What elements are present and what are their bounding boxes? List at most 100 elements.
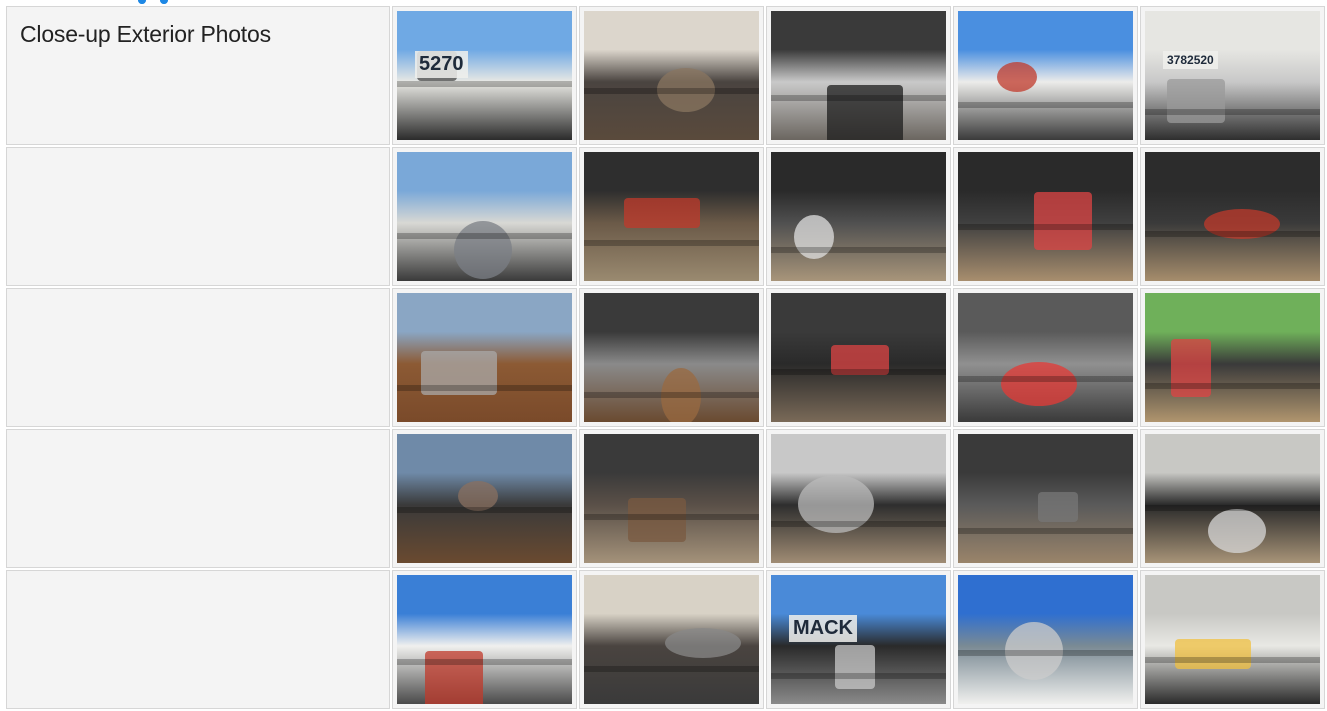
- photo-detail: [1208, 509, 1266, 553]
- photo-thumbnail[interactable]: [397, 152, 572, 281]
- photo-cell: [392, 288, 577, 427]
- photo-detail: [771, 369, 946, 375]
- photo-detail: [397, 507, 572, 513]
- photo-detail: [1145, 109, 1320, 115]
- photo-detail: [1145, 657, 1320, 663]
- photo-detail: [584, 514, 759, 520]
- photo-thumbnail[interactable]: [1145, 293, 1320, 422]
- photo-thumbnail[interactable]: 5270: [397, 11, 572, 140]
- table-row: [6, 147, 1325, 286]
- photo-detail: [1001, 362, 1077, 406]
- photo-detail: [665, 628, 741, 658]
- photo-thumbnail[interactable]: [584, 575, 759, 704]
- table-row: [6, 429, 1325, 568]
- photo-detail: [628, 498, 686, 542]
- photo-detail: [1034, 192, 1092, 250]
- photo-cell: [579, 288, 764, 427]
- table-row: MACK: [6, 570, 1325, 709]
- photo-thumbnail[interactable]: [1145, 575, 1320, 704]
- photo-thumbnail[interactable]: [1145, 152, 1320, 281]
- photo-detail: [771, 521, 946, 527]
- photo-cell: [579, 429, 764, 568]
- photo-thumbnail[interactable]: [771, 434, 946, 563]
- section-title: Close-up Exterior Photos: [20, 21, 271, 47]
- photo-thumbnail[interactable]: [397, 434, 572, 563]
- photo-detail: [584, 88, 759, 94]
- photo-cell: [766, 429, 951, 568]
- photo-text: 3782520: [1163, 51, 1218, 69]
- photo-thumbnail[interactable]: [584, 434, 759, 563]
- photo-text: 5270: [415, 51, 468, 78]
- photo-cell: [953, 570, 1138, 709]
- photo-thumbnail[interactable]: [958, 434, 1133, 563]
- photo-detail: [1145, 383, 1320, 389]
- photo-cell: [953, 6, 1138, 145]
- photo-cell: 5270: [392, 6, 577, 145]
- photo-cell: [1140, 429, 1325, 568]
- photo-table-body: Close-up Exterior Photos 5270 3782520 MACK: [6, 6, 1325, 709]
- label-cell: [6, 147, 390, 286]
- photo-cell: [392, 570, 577, 709]
- photo-detail: [454, 221, 512, 279]
- photo-thumbnail[interactable]: [584, 11, 759, 140]
- photo-detail: [771, 247, 946, 253]
- photo-detail: [1145, 231, 1320, 237]
- photo-detail: [397, 81, 572, 87]
- photo-detail: [1167, 79, 1225, 123]
- photo-detail: [584, 392, 759, 398]
- photo-cell: [1140, 288, 1325, 427]
- photo-thumbnail[interactable]: [397, 293, 572, 422]
- photo-cell: [579, 147, 764, 286]
- photo-cell: [392, 147, 577, 286]
- photo-detail: [958, 528, 1133, 534]
- photo-detail: [771, 673, 946, 679]
- photo-cell: [1140, 147, 1325, 286]
- photo-detail: [835, 645, 875, 689]
- photo-thumbnail[interactable]: 3782520: [1145, 11, 1320, 140]
- photo-cell: [953, 288, 1138, 427]
- photo-detail: [1145, 505, 1320, 511]
- label-cell: Close-up Exterior Photos: [6, 6, 390, 145]
- photo-thumbnail[interactable]: [958, 575, 1133, 704]
- photo-thumbnail[interactable]: [1145, 434, 1320, 563]
- photo-thumbnail[interactable]: [771, 152, 946, 281]
- photo-thumbnail[interactable]: [584, 152, 759, 281]
- photo-thumbnail[interactable]: [397, 575, 572, 704]
- photo-thumbnail[interactable]: [958, 293, 1133, 422]
- photo-cell: [953, 147, 1138, 286]
- photo-detail: [1038, 492, 1078, 522]
- photo-cell: [579, 570, 764, 709]
- photo-cell: [579, 6, 764, 145]
- label-cell: [6, 570, 390, 709]
- photo-detail: [958, 102, 1133, 108]
- table-row: Close-up Exterior Photos 5270 3782520: [6, 6, 1325, 145]
- photo-cell: [766, 6, 951, 145]
- photo-detail: [397, 659, 572, 665]
- photo-thumbnail[interactable]: [958, 11, 1133, 140]
- photo-detail: [958, 376, 1133, 382]
- label-cell: [6, 429, 390, 568]
- photo-thumbnail[interactable]: [771, 293, 946, 422]
- photo-table: Close-up Exterior Photos 5270 3782520 MACK: [4, 4, 1327, 711]
- photo-cell: [1140, 570, 1325, 709]
- photo-cell: MACK: [766, 570, 951, 709]
- photo-cell: [392, 429, 577, 568]
- photo-thumbnail[interactable]: [771, 11, 946, 140]
- photo-detail: [584, 240, 759, 246]
- photo-cell: [766, 147, 951, 286]
- table-row: [6, 288, 1325, 427]
- photo-text: MACK: [789, 615, 857, 642]
- photo-detail: [624, 198, 700, 228]
- photo-detail: [1175, 639, 1251, 669]
- photo-detail: [958, 650, 1133, 656]
- photo-detail: [827, 85, 903, 140]
- photo-thumbnail[interactable]: [584, 293, 759, 422]
- photo-detail: [397, 385, 572, 391]
- photo-thumbnail[interactable]: MACK: [771, 575, 946, 704]
- photo-detail: [771, 95, 946, 101]
- photo-thumbnail[interactable]: [958, 152, 1133, 281]
- photo-detail: [397, 233, 572, 239]
- label-cell: [6, 288, 390, 427]
- photo-detail: [584, 666, 759, 672]
- photo-detail: [997, 62, 1037, 92]
